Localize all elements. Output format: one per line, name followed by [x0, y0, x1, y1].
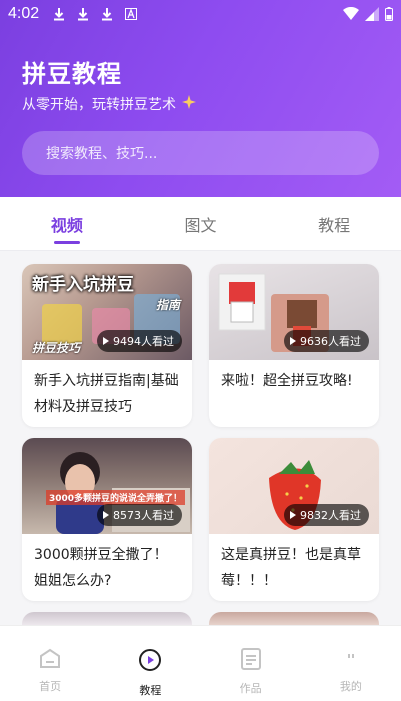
nav-label: 首页 [39, 680, 62, 693]
status-icons [343, 6, 393, 25]
video-grid: 新手入坑拼豆 指南 拼豆技巧 9494人看过 新手入坑拼豆指南|基础材料及拼豆技… [22, 264, 379, 601]
download-icon [75, 6, 91, 22]
tab-tutorial[interactable]: 教程 [267, 197, 401, 250]
download-icon [99, 6, 115, 22]
play-icon [290, 337, 296, 345]
play-icon [290, 511, 296, 519]
video-thumbnail: 3000多颗拼豆的说说全弄撒了！ 8573人看过 [22, 438, 192, 534]
nav-label: 作品 [239, 682, 262, 695]
play-icon [103, 337, 109, 345]
tab-video[interactable]: 视频 [0, 197, 134, 250]
view-count-badge: 8573人看过 [97, 504, 182, 526]
view-count: 9636人看过 [300, 335, 361, 348]
subtitle-text: 从零开始，玩转拼豆艺术 [22, 97, 176, 113]
nav-profile[interactable]: 我的 [301, 626, 401, 701]
video-title: 新手入坑拼豆指南|基础材料及拼豆技巧 [34, 373, 179, 415]
video-card[interactable]: 新手入坑拼豆 指南 拼豆技巧 9494人看过 新手入坑拼豆指南|基础材料及拼豆技… [22, 264, 192, 427]
video-card-partial[interactable] [22, 612, 192, 626]
thumbnail-caption: 拼豆技巧 [32, 341, 81, 355]
view-count-badge: 9494人看过 [97, 330, 182, 352]
video-thumbnail: 9832人看过 [209, 438, 379, 534]
video-title: 来啦！超全拼豆攻略! [221, 373, 353, 389]
video-thumbnail: 9636人看过 [209, 264, 379, 360]
view-count: 8573人看过 [113, 509, 174, 522]
profile-icon [341, 648, 361, 672]
home-icon [39, 648, 61, 672]
thumbnail-caption: 3000多颗拼豆的说说全弄撒了！ [46, 490, 186, 505]
view-count-badge: 9832人看过 [284, 504, 369, 526]
wifi-icon [343, 6, 359, 25]
page-title: 拼豆教程 [22, 60, 122, 88]
play-circle-icon [138, 648, 162, 676]
nav-tutorial[interactable]: 教程 [100, 626, 200, 701]
tab-label: 教程 [318, 215, 351, 235]
video-thumbnail: 新手入坑拼豆 指南 拼豆技巧 9494人看过 [22, 264, 192, 360]
battery-icon [385, 6, 393, 25]
status-time: 4:02 [8, 5, 40, 22]
search-placeholder: 搜索教程、技巧... [46, 146, 158, 162]
video-card[interactable]: 3000多颗拼豆的说说全弄撒了！ 8573人看过 3000颗拼豆全撒了！姐姐怎么… [22, 438, 192, 601]
nav-label: 我的 [339, 680, 362, 693]
signal-icon [365, 6, 379, 25]
nav-label: 教程 [139, 684, 162, 697]
font-icon [123, 6, 139, 22]
tab-bar: 视频 图文 教程 [0, 197, 401, 251]
download-icon [51, 6, 67, 22]
nav-home[interactable]: 首页 [0, 626, 100, 701]
bottom-nav: 首页 教程 作品 我的 [0, 625, 401, 701]
search-input[interactable]: 搜索教程、技巧... [22, 131, 379, 175]
video-title: 3000颗拼豆全撒了！姐姐怎么办? [34, 547, 168, 589]
video-card-partial[interactable] [209, 612, 379, 626]
view-count-badge: 9636人看过 [284, 330, 369, 352]
video-title: 这是真拼豆！也是真草莓！！！ [221, 547, 361, 589]
thumbnail-caption: 指南 [155, 298, 180, 312]
header: 4:02 拼豆教程 从零开始，玩转拼豆艺术 搜索教程、技巧... [0, 0, 401, 197]
video-card[interactable]: 9832人看过 这是真拼豆！也是真草莓！！！ [209, 438, 379, 601]
tab-image-text[interactable]: 图文 [134, 197, 268, 250]
page-subtitle: 从零开始，玩转拼豆艺术 [22, 94, 196, 114]
nav-works[interactable]: 作品 [201, 626, 301, 701]
status-bar: 4:02 [0, 0, 401, 28]
sparkle-icon [182, 95, 196, 113]
play-icon [103, 511, 109, 519]
video-card[interactable]: 9636人看过 来啦！超全拼豆攻略! [209, 264, 379, 427]
view-count: 9494人看过 [113, 335, 174, 348]
thumbnail-headline: 新手入坑拼豆 [32, 275, 134, 295]
tab-label: 视频 [50, 215, 83, 235]
document-icon [240, 648, 261, 674]
tab-label: 图文 [184, 215, 217, 235]
view-count: 9832人看过 [300, 509, 361, 522]
